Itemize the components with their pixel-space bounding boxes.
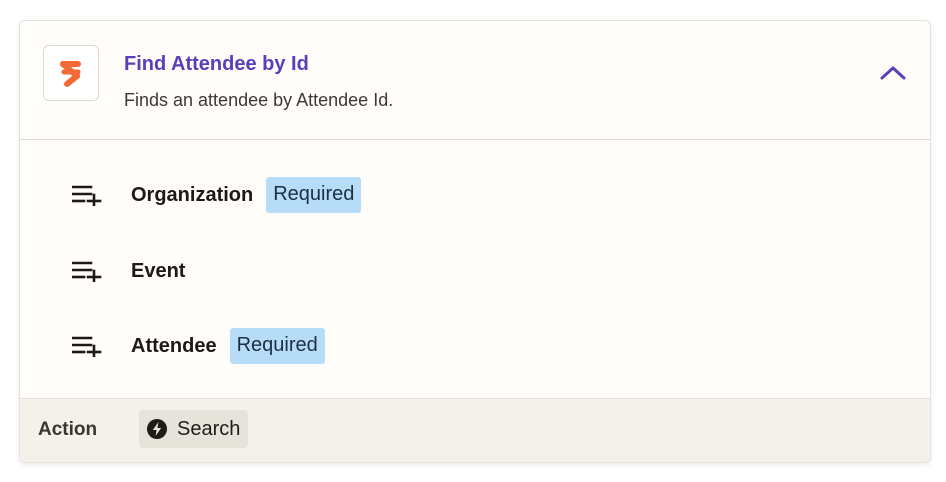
footer-label: Action xyxy=(38,419,98,440)
action-type-chip: Search xyxy=(139,410,249,448)
action-type-label: Search xyxy=(177,417,241,440)
field-attendee[interactable]: Attendee Required xyxy=(72,327,325,365)
field-label: Attendee xyxy=(131,334,217,357)
required-badge: Required xyxy=(229,328,325,364)
field-label: Organization xyxy=(131,183,254,206)
playlist-add-icon xyxy=(72,259,104,283)
step-header[interactable]: Find Attendee by Id Finds an attendee by… xyxy=(20,21,930,140)
step-card: Find Attendee by Id Finds an attendee by… xyxy=(19,20,931,463)
field-list: Organization Required Event Attendee Req… xyxy=(20,140,930,399)
field-organization[interactable]: Organization Required xyxy=(72,176,362,214)
playlist-add-icon xyxy=(72,334,104,358)
required-badge: Required xyxy=(266,177,362,213)
step-description: Finds an attendee by Attendee Id. xyxy=(124,90,394,110)
field-label: Event xyxy=(131,259,186,282)
chevron-up-icon xyxy=(880,65,906,86)
step-footer: Action Search xyxy=(20,398,930,462)
collapse-button[interactable] xyxy=(878,63,908,87)
playlist-add-icon xyxy=(72,183,104,207)
teamup-logo-icon xyxy=(43,45,99,101)
bolt-icon xyxy=(146,418,168,440)
step-title: Find Attendee by Id xyxy=(124,53,309,75)
field-event[interactable]: Event xyxy=(72,252,185,290)
